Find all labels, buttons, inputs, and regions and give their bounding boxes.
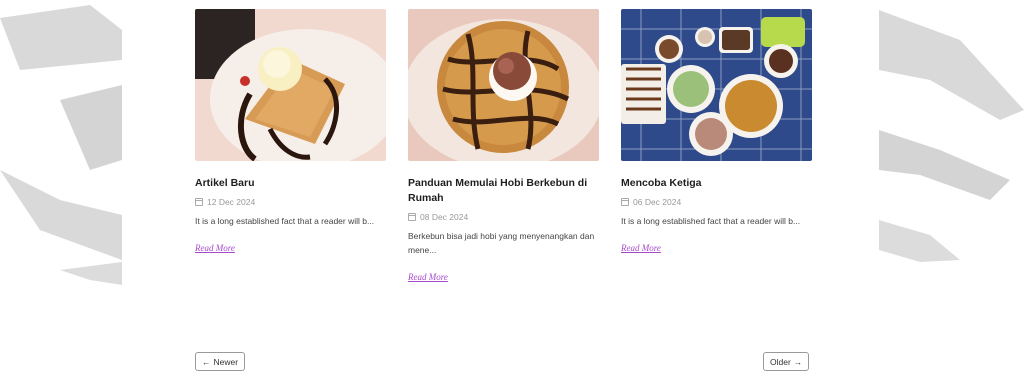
waffle-ice-cream-image[interactable] [195, 9, 386, 161]
older-posts-button[interactable]: Older → [763, 352, 810, 371]
read-more-link[interactable]: Read More [408, 272, 448, 282]
post-title[interactable]: Artikel Baru [195, 176, 386, 191]
read-more-link[interactable]: Read More [195, 243, 235, 253]
calendar-icon [621, 198, 629, 206]
post-date: 06 Dec 2024 [621, 197, 812, 207]
post-date: 12 Dec 2024 [195, 197, 386, 207]
post-date-text: 12 Dec 2024 [207, 197, 256, 207]
main-content: Artikel Baru 12 Dec 2024 It is a long es… [122, 0, 879, 372]
post-title[interactable]: Mencoba Ketiga [621, 176, 812, 191]
post-date: 08 Dec 2024 [408, 212, 599, 222]
post-card: Panduan Memulai Hobi Berkebun di Rumah 0… [408, 9, 599, 285]
post-date-text: 06 Dec 2024 [633, 197, 682, 207]
older-label: Older [770, 356, 791, 367]
newer-posts-button[interactable]: ← Newer [195, 352, 246, 371]
arrow-left-icon: ← [202, 356, 211, 367]
post-excerpt: Berkebun bisa jadi hobi yang menyenangka… [408, 231, 595, 255]
post-excerpt: It is a long established fact that a rea… [195, 216, 375, 226]
post-excerpt: It is a long established fact that a rea… [621, 216, 801, 226]
post-card: Artikel Baru 12 Dec 2024 It is a long es… [195, 9, 386, 256]
arrow-right-icon: → [793, 356, 803, 367]
calendar-icon [195, 198, 203, 206]
read-more-link[interactable]: Read More [621, 243, 661, 253]
calendar-icon [408, 213, 416, 221]
chocolate-waffle-image[interactable] [408, 9, 599, 161]
post-title[interactable]: Panduan Memulai Hobi Berkebun di Rumah [408, 176, 599, 206]
food-spread-image[interactable] [621, 9, 812, 161]
post-card: Mencoba Ketiga 06 Dec 2024 It is a long … [621, 9, 812, 256]
post-date-text: 08 Dec 2024 [420, 212, 469, 222]
newer-label: Newer [213, 356, 239, 367]
